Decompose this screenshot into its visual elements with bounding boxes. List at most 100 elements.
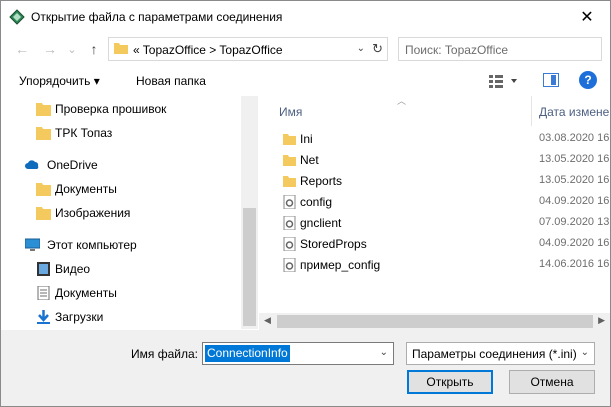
file-name: StoredProps	[300, 237, 367, 251]
settings-file-icon	[283, 258, 296, 272]
chevron-down-icon: ⌄	[580, 347, 589, 358]
navigation-pane: Проверка прошивок ТРК Топаз OneDrive Док…	[1, 96, 258, 329]
refresh-icon[interactable]: ↻	[372, 41, 383, 57]
address-history-dropdown[interactable]: ⌄	[357, 43, 365, 54]
nav-item-label: Видео	[55, 262, 91, 276]
download-icon	[37, 310, 50, 324]
nav-item-label: Документы	[55, 286, 117, 300]
new-folder-button[interactable]: Новая папка	[136, 74, 206, 88]
file-date: 13.05.2020 16:	[539, 174, 610, 186]
file-row-ini[interactable]: Ini 03.08.2020 16:	[259, 129, 610, 150]
filename-input[interactable]: ConnectionInfo ⌄	[202, 342, 394, 365]
scroll-right-icon[interactable]: ▶	[598, 315, 605, 326]
window-title: Открытие файла с параметрами соединения	[31, 10, 283, 24]
view-options-icon[interactable]	[488, 73, 518, 89]
file-row-net[interactable]: Net 13.05.2020 16:	[259, 150, 610, 171]
search-input[interactable]: Поиск: TopazOffice	[398, 37, 602, 61]
nav-item-this-pc[interactable]: Этот компьютер	[1, 234, 241, 256]
folder-icon	[114, 43, 128, 54]
file-row-config[interactable]: config 04.09.2020 16:	[259, 192, 610, 213]
settings-file-icon	[283, 216, 296, 230]
folder-icon	[36, 127, 51, 140]
nav-item-label: Проверка прошивок	[55, 102, 167, 116]
cancel-button[interactable]: Отмена	[509, 370, 595, 394]
folder-icon	[283, 155, 296, 166]
video-icon	[37, 262, 50, 276]
file-name: пример_config	[300, 258, 381, 272]
column-header-name[interactable]: Имя	[279, 105, 302, 119]
forward-button[interactable]: →	[41, 40, 59, 58]
file-name: Ini	[300, 132, 313, 146]
file-name: Net	[300, 153, 319, 167]
folder-icon	[36, 103, 51, 116]
nav-item-onedrive-documents[interactable]: Документы	[1, 178, 241, 200]
nav-item-label: ТРК Топаз	[55, 126, 113, 140]
file-row-reports[interactable]: Reports 13.05.2020 16:	[259, 171, 610, 192]
address-path: « TopazOffice > TopazOffice	[133, 43, 283, 57]
nav-item-downloads[interactable]: Загрузки	[1, 306, 241, 328]
column-header-date[interactable]: Дата изменен	[539, 105, 610, 119]
navigation-pane-scrollbar[interactable]	[241, 96, 258, 329]
back-arrow-icon: ←	[15, 41, 29, 57]
nav-item-label: OneDrive	[47, 158, 98, 172]
nav-item-documents[interactable]: Документы	[1, 282, 241, 304]
command-toolbar: Упорядочить ▾ Новая папка ?	[1, 66, 610, 96]
close-button[interactable]: ✕	[564, 1, 610, 32]
nav-item-label: Загрузки	[55, 310, 104, 324]
nav-item-label: Этот компьютер	[47, 238, 137, 252]
nav-item-video[interactable]: Видео	[1, 258, 241, 280]
recent-locations-button[interactable]: ⌄	[63, 40, 81, 58]
nav-item-label: Документы	[55, 182, 117, 196]
folder-icon	[283, 176, 296, 187]
file-date: 04.09.2020 16:	[539, 237, 610, 249]
file-list-header: ︿ Имя Дата изменен	[259, 96, 610, 126]
folder-icon	[36, 207, 51, 220]
cloud-icon	[25, 160, 39, 169]
file-date: 04.09.2020 16:	[539, 195, 610, 207]
nav-item-label: Изображения	[55, 206, 131, 220]
nav-item-onedrive[interactable]: OneDrive	[1, 154, 241, 176]
address-bar[interactable]: « TopazOffice > TopazOffice ⌄ ↻	[108, 37, 388, 61]
filetype-select[interactable]: Параметры соединения (*.ini) ⌄	[406, 342, 595, 365]
chevron-down-icon: ⌄	[67, 43, 77, 56]
file-date: 03.08.2020 16:	[539, 132, 610, 144]
search-placeholder: Поиск: TopazOffice	[405, 43, 509, 57]
file-list: ︿ Имя Дата изменен Ini 03.08.2020 16: Ne…	[259, 96, 610, 329]
back-button[interactable]: ←	[13, 40, 31, 58]
filename-label: Имя файла:	[131, 347, 198, 361]
up-button[interactable]: ↑	[85, 40, 103, 58]
dialog-footer: Имя файла: ConnectionInfo ⌄ Параметры со…	[1, 330, 610, 406]
navigation-bar: ← → ⌄ ↑ « TopazOffice > TopazOffice ⌄ ↻ …	[1, 32, 610, 66]
scrollbar-thumb[interactable]	[243, 208, 256, 326]
nav-item-trk-topaz[interactable]: ТРК Топаз	[1, 122, 241, 144]
column-separator[interactable]	[531, 96, 532, 126]
sort-ascending-icon: ︿	[397, 96, 407, 106]
file-name: gnclient	[300, 216, 342, 230]
chevron-down-icon[interactable]: ⌄	[380, 347, 388, 358]
folder-icon	[283, 134, 296, 145]
file-date: 13.05.2020 16:	[539, 153, 610, 165]
file-list-horizontal-scrollbar[interactable]: ◀ ▶	[259, 313, 610, 330]
preview-pane-icon[interactable]	[543, 73, 559, 87]
document-icon	[37, 286, 50, 300]
file-row-gnclient[interactable]: gnclient 07.09.2020 13:	[259, 213, 610, 234]
folder-icon	[36, 183, 51, 196]
filetype-value: Параметры соединения (*.ini)	[412, 347, 577, 361]
nav-item-onedrive-images[interactable]: Изображения	[1, 202, 241, 224]
scrollbar-thumb[interactable]	[277, 315, 593, 328]
open-file-dialog: Открытие файла с параметрами соединения …	[0, 0, 611, 407]
scroll-left-icon[interactable]: ◀	[264, 315, 271, 326]
settings-file-icon	[283, 237, 296, 251]
filename-value: ConnectionInfo	[205, 345, 290, 362]
file-row-example-config[interactable]: пример_config 14.06.2016 16:	[259, 255, 610, 276]
file-row-storedprops[interactable]: StoredProps 04.09.2020 16:	[259, 234, 610, 255]
close-icon: ✕	[580, 8, 594, 26]
file-date: 14.06.2016 16:	[539, 258, 610, 270]
settings-file-icon	[283, 195, 296, 209]
file-date: 07.09.2020 13:	[539, 216, 610, 228]
open-button[interactable]: Открыть	[407, 370, 493, 394]
computer-icon	[25, 238, 40, 251]
nav-item-firmware-check[interactable]: Проверка прошивок	[1, 98, 241, 120]
organize-button[interactable]: Упорядочить ▾	[19, 74, 100, 88]
help-icon[interactable]: ?	[579, 71, 597, 89]
